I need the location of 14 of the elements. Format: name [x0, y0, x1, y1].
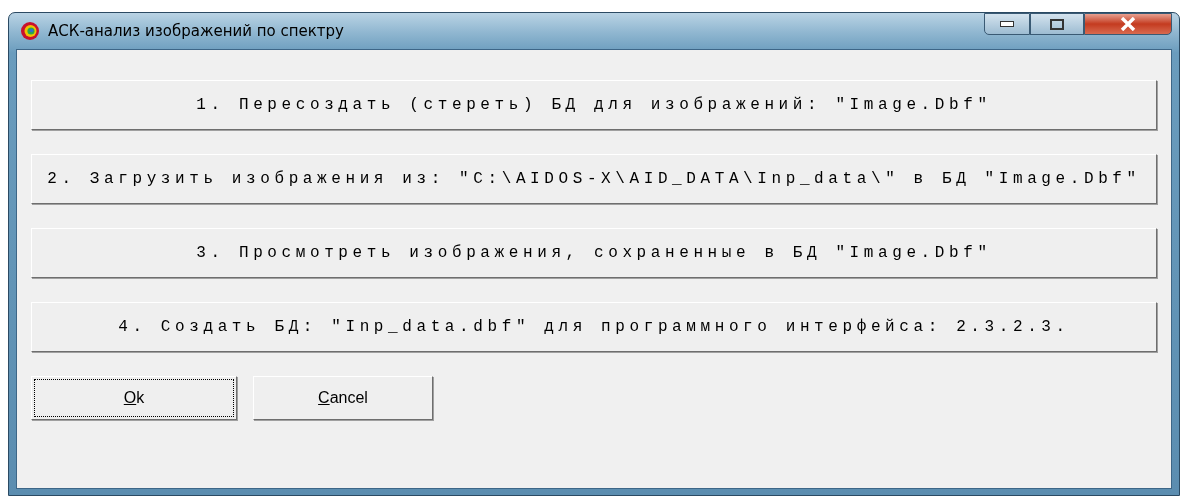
maximize-icon	[1050, 18, 1064, 30]
action-button[interactable]: 4. Создать БД: "Inp_data.dbf" для программного интерфейса: 2.3.2.3.	[31, 302, 1157, 352]
close-icon	[1120, 17, 1136, 31]
minimize-button[interactable]	[984, 13, 1030, 35]
maximize-button[interactable]	[1030, 13, 1084, 35]
ok-button[interactable]: Ok	[31, 376, 237, 420]
action-button[interactable]: 1. Пересоздать (стереть) БД для изображений: "Image.Dbf"	[31, 80, 1157, 130]
cancel-button[interactable]: Cancel	[253, 376, 433, 420]
minimize-icon	[1000, 21, 1014, 27]
action-button[interactable]: 3. Просмотреть изображения, сохраненные в БД "Image.Dbf"	[31, 228, 1157, 278]
app-logo-icon	[20, 21, 40, 41]
action-button[interactable]: 2. Загрузить изображения из: "C:\AIDOS-X\AID_DATA\Inp_data\" в БД "Image.Dbf"	[31, 154, 1157, 204]
window-title: АСК-анализ изображений по спектру	[48, 20, 344, 42]
close-button[interactable]	[1084, 13, 1172, 35]
